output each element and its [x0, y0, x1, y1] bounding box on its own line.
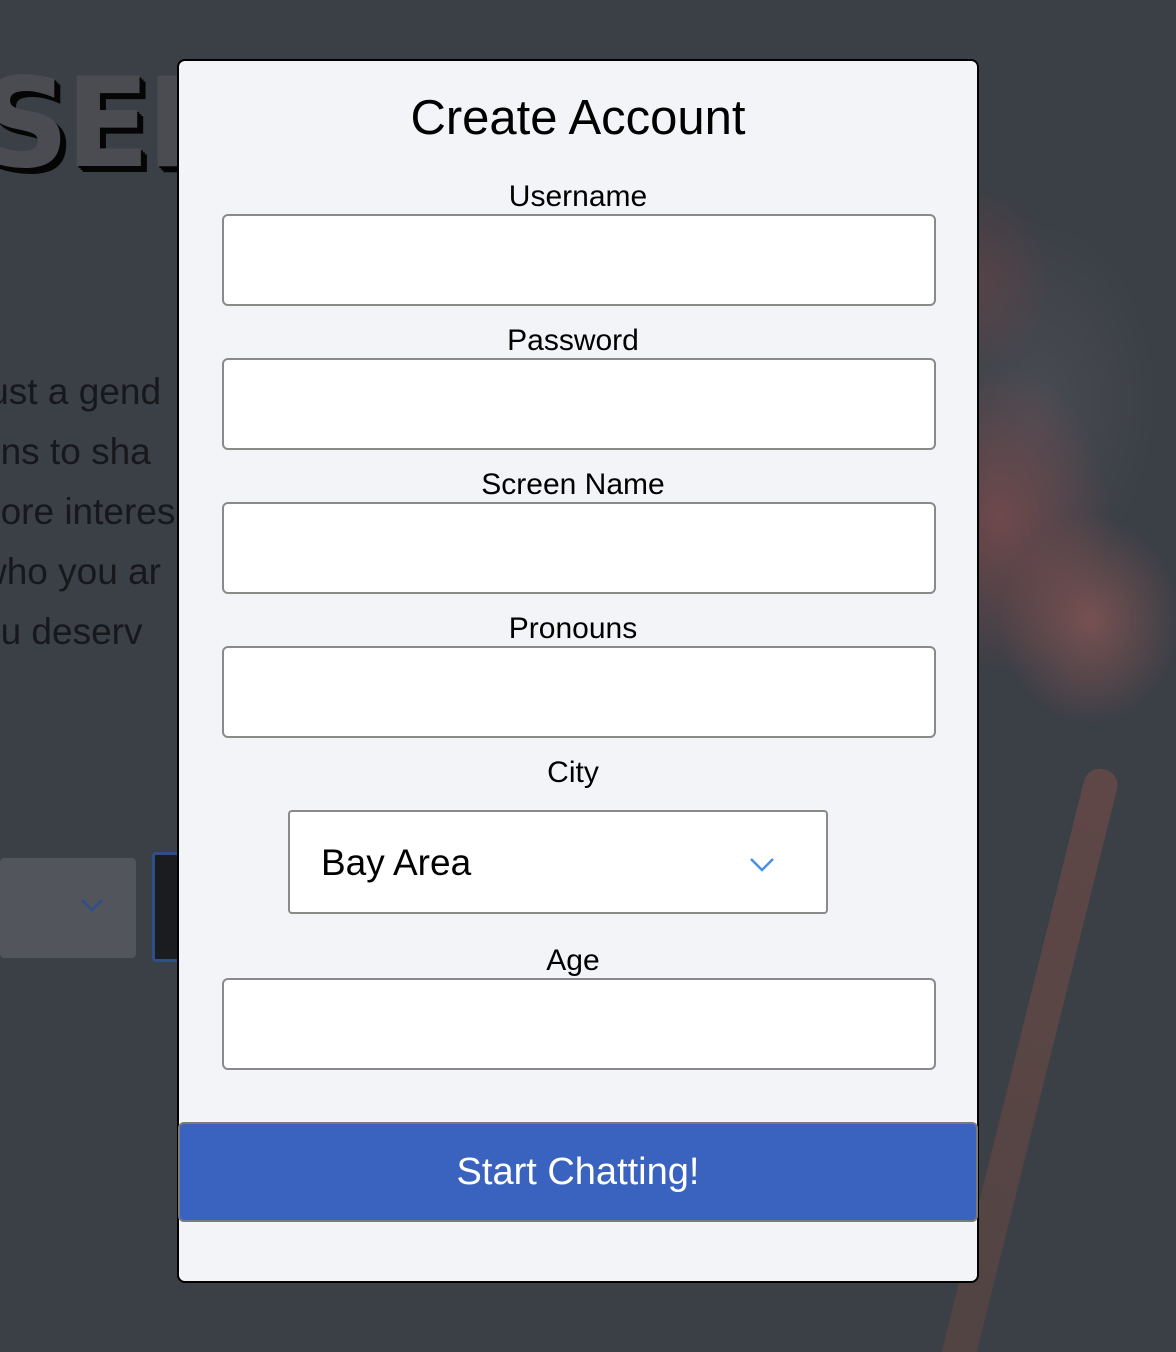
background-intro-text: just a gend ons to sha nore interes who … — [0, 362, 175, 662]
intro-line: nore interes — [0, 491, 176, 532]
intro-line: just a gend — [0, 371, 162, 412]
intro-line: ons to sha — [0, 431, 151, 472]
intro-line: ou deserv — [0, 611, 143, 652]
pronouns-label: Pronouns — [508, 612, 638, 645]
username-input[interactable] — [222, 214, 936, 306]
city-select[interactable]: Bay Area — [288, 810, 828, 914]
pronouns-input[interactable] — [222, 646, 936, 738]
username-label: Username — [508, 180, 648, 213]
start-chatting-button[interactable]: Start Chatting! — [178, 1122, 978, 1222]
age-label: Age — [546, 944, 600, 977]
screen-name-label: Screen Name — [481, 468, 665, 501]
chevron-down-icon — [81, 899, 103, 912]
password-label: Password — [507, 324, 639, 357]
screen-name-input[interactable] — [222, 502, 936, 594]
city-selected-value: Bay Area — [321, 842, 472, 883]
password-input[interactable] — [222, 358, 936, 450]
background-select — [0, 858, 136, 958]
city-label: City — [547, 756, 599, 789]
intro-line: who you ar — [0, 551, 161, 592]
age-input[interactable] — [222, 978, 936, 1070]
chevron-down-icon — [750, 858, 774, 872]
modal-title: Create Account — [410, 91, 746, 145]
